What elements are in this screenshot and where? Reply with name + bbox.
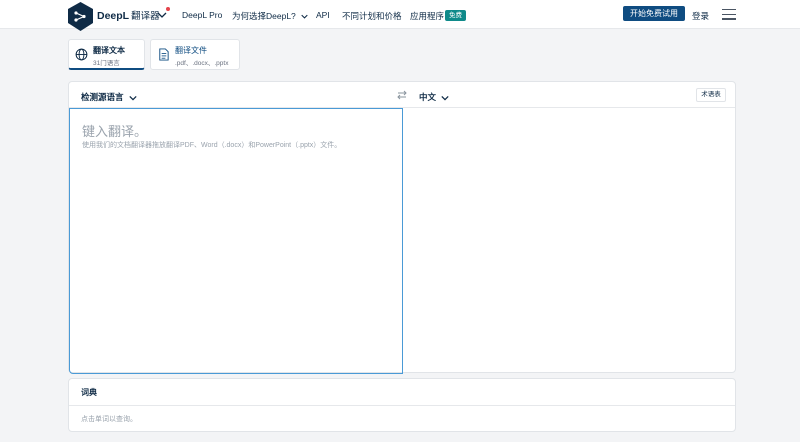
dictionary-hint: 点击单词以查询。 (81, 416, 137, 423)
free-badge: 免费 (445, 10, 466, 21)
chevron-down-icon (129, 95, 137, 101)
source-language-selector[interactable]: 检测源语言 (81, 91, 137, 103)
brand-name[interactable]: DeepL 翻译器 (97, 8, 160, 22)
target-text-output[interactable] (404, 108, 735, 372)
tab-translate-text[interactable]: 翻译文本 31门语言 (68, 39, 145, 70)
tab-subtitle: 31门语言 (93, 60, 120, 67)
language-bar: 检测源语言 中文 术语表 (69, 82, 735, 108)
divider (69, 405, 735, 406)
nav-apps[interactable]: 应用程序 (410, 10, 444, 22)
brand-title: DeepL (97, 10, 130, 22)
chevron-down-icon (301, 14, 308, 19)
tab-subtitle: .pdf、.docx、.pptx (175, 60, 229, 67)
nav-deepl-pro[interactable]: DeepL Pro (182, 10, 222, 20)
login-link[interactable]: 登录 (692, 10, 709, 22)
translator-panel: 检测源语言 中文 术语表 键入翻译。 使用我们的文档翻译器拖放翻译PDF、Wor… (68, 81, 736, 374)
target-language-selector[interactable]: 中文 (419, 91, 450, 103)
nav-why-deepl-label: 为何选择DeepL? (232, 11, 296, 21)
notification-dot (166, 7, 170, 11)
chevron-down-icon (441, 95, 450, 101)
glossary-button[interactable]: 术语表 (696, 88, 726, 102)
swap-languages-icon[interactable] (396, 89, 408, 101)
hamburger-menu-icon[interactable] (722, 9, 736, 20)
document-icon (159, 48, 169, 61)
chevron-down-icon[interactable] (157, 10, 167, 20)
dictionary-panel: 词典 点击单词以查询。 (68, 378, 736, 432)
source-language-label: 检测源语言 (81, 92, 124, 102)
tab-title: 翻译文件 (175, 46, 207, 55)
tab-translate-files[interactable]: 翻译文件 .pdf、.docx、.pptx (150, 39, 240, 70)
source-placeholder: 键入翻译。 (82, 124, 148, 139)
globe-icon (75, 48, 88, 61)
nav-why-deepl[interactable]: 为何选择DeepL? (232, 10, 308, 22)
start-free-trial-button[interactable]: 开始免费试用 (623, 6, 685, 21)
nav-plans-pricing[interactable]: 不同计划和价格 (342, 10, 402, 22)
tab-title: 翻译文本 (93, 46, 125, 55)
target-language-label: 中文 (419, 92, 437, 102)
nav-api[interactable]: API (316, 10, 330, 20)
dictionary-title: 词典 (81, 388, 97, 397)
top-navigation-bar: DeepL 翻译器 DeepL Pro 为何选择DeepL? API 不同计划和价… (0, 0, 800, 31)
document-upload-hint: 使用我们的文档翻译器拖放翻译PDF、Word（.docx）和PowerPoint… (82, 142, 342, 149)
source-text-input[interactable]: 键入翻译。 使用我们的文档翻译器拖放翻译PDF、Word（.docx）和Powe… (69, 108, 403, 374)
brand-subtitle: 翻译器 (131, 11, 160, 22)
deepl-logo-icon[interactable] (68, 2, 93, 31)
